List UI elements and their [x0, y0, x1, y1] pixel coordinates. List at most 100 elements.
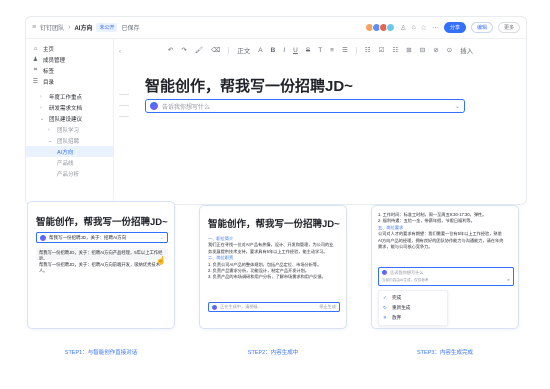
format-toolbar: ↶ ↷ 🖌 ⌫ 正文 A B I U S T ≡ ☰ ☷ ☑ ☷ ⊞ ⊟ ⊘ ⊙… [115, 43, 526, 57]
result-actions-menu: ✓ 完成 ↻ 重新生成 ✕ 放弃 [378, 290, 448, 326]
sidebar-item-label: 目录 [43, 79, 55, 86]
ai-followup-placeholder: 告诉我你想写什么 [390, 270, 424, 275]
format-painter-icon[interactable]: 🖌 [195, 46, 203, 54]
breadcrumb-current[interactable]: AI方向 [74, 23, 92, 32]
chevron-down-icon[interactable]: ⌄ [48, 138, 53, 144]
breadcrumb-team[interactable]: 钉钉团队 [40, 23, 64, 32]
content-line: 3. 负责产品的市场调研和用户分析，了解市场需求和用户反馈。 [208, 274, 326, 280]
tree-item[interactable]: › 研发需求文档 [26, 102, 113, 113]
user-icon[interactable]: ♙ [400, 24, 406, 32]
generation-status: 正在生成中，请稍候… [220, 304, 262, 309]
menu-item-discard[interactable]: ✕ 放弃 [379, 313, 447, 323]
top-bar: ≡ 钉钉团队 › AI方向 未公开 已保存 ♙ ⌂ ☆ ⋯ 分享 编辑 更多 [26, 17, 526, 39]
bold-icon[interactable]: B [271, 47, 276, 54]
generation-status-bar: 正在生成中，请稍候… 停止生成 [208, 302, 340, 312]
undo-icon[interactable]: ↶ [168, 46, 173, 54]
underline-icon[interactable]: U [293, 47, 298, 54]
sidebar-item-members[interactable]: ♟ 成员管理 [26, 54, 113, 65]
font-size-icon[interactable]: A [258, 47, 262, 54]
sidebar-item-label: 主页 [43, 46, 55, 53]
chevron-down-icon[interactable]: ⌄ [40, 116, 45, 122]
tree-item[interactable]: 产品分析 [26, 168, 113, 179]
share-button[interactable]: 分享 [443, 22, 466, 33]
ai-icon[interactable]: ⊙ [447, 46, 452, 54]
image-icon[interactable]: ⊟ [420, 46, 425, 54]
editor-area: ‹ ↶ ↷ 🖌 ⌫ 正文 A B I U S T ≡ ☰ ☷ ☑ ☷ ⊞ ⊟ ⊘… [115, 39, 526, 204]
ordered-list-icon[interactable]: ☷ [365, 46, 371, 54]
quote-icon[interactable]: ☷ [392, 46, 398, 54]
tree-item-label: 团队招聘 [57, 138, 80, 145]
tree-item[interactable]: ⌄ 团队招聘 [26, 135, 113, 146]
text-color-icon[interactable]: T [318, 47, 322, 54]
home-icon: ⌂ [33, 45, 38, 52]
table-icon[interactable]: ⊞ [406, 46, 411, 54]
ai-assistant-icon [150, 102, 158, 110]
tree-item[interactable]: 产品线 [26, 157, 113, 168]
tree-item-label: 产品线 [57, 160, 74, 167]
sidebar: ⌂ 主页 ♟ 成员管理 ⌗ 标签 ☰ 目录 › 年度工作重点 › 研发需求文档 ⌄ 团队建设建… [26, 39, 114, 204]
step3-caption: STEP3：内容生成完成 [417, 350, 473, 356]
tree-item-label: 研发需求文档 [49, 105, 83, 112]
tree-item-label: 团队建设建议 [49, 116, 83, 123]
insert-button[interactable]: 插入 [460, 45, 473, 55]
outline-gutter [119, 94, 129, 127]
stop-button[interactable]: 停止生成 [319, 304, 336, 310]
suggestion-item[interactable]: 帮我写一份招聘JD，关于：招聘AI方向前端开发，吸纳优秀技术人。 [36, 260, 168, 276]
ai-ask-value: 帮我写一份招聘JD，关于：招聘AI方向 [49, 234, 127, 240]
panel-title: 智能创作，帮我写一份招聘JD~ [36, 217, 168, 228]
chevron-right-icon[interactable]: › [48, 127, 53, 133]
tree-item[interactable]: ⌄ 团队建设建议 [26, 113, 113, 124]
tree-item-active[interactable]: AI方向 [26, 146, 113, 157]
ai-followup-input[interactable]: 告诉我你想写什么 当前内容由AI生成，仅供参考 ➤ [378, 267, 514, 286]
menu-item-label: 完成 [392, 295, 402, 300]
tag-icon: ⌗ [33, 67, 38, 73]
step2-caption: STEP2：内容生成中 [247, 350, 299, 356]
regenerate-icon: ↻ [383, 305, 387, 310]
ai-assistant-icon [212, 304, 217, 310]
menu-item-done[interactable]: ✓ 完成 [379, 293, 447, 303]
home-icon[interactable]: ⌂ [411, 24, 415, 31]
menu-item-regenerate[interactable]: ↻ 重新生成 [379, 303, 447, 313]
link-icon[interactable]: ⊘ [433, 46, 438, 54]
italic-icon[interactable]: I [283, 47, 285, 54]
menu-icon[interactable]: ≡ [32, 24, 36, 31]
ai-ask-input[interactable]: 告诉我你想写什么 ⌄ [145, 99, 465, 113]
collaborator-avatars[interactable] [365, 23, 396, 32]
breadcrumb: ≡ 钉钉团队 › AI方向 未公开 已保存 [32, 23, 140, 32]
paragraph-style-select[interactable]: 正文 [237, 45, 250, 55]
content-line: 公司对人才的要求有期望：我们需要一位有5年以上工作经验，熟悉 [378, 231, 502, 237]
more-icon[interactable]: ⋯ [432, 24, 439, 32]
sidebar-item-home[interactable]: ⌂ 主页 [26, 43, 113, 54]
visibility-badge: 未公开 [96, 23, 118, 32]
list-icon[interactable]: ☰ [342, 46, 348, 54]
checklist-icon[interactable]: ☑ [379, 46, 385, 54]
strikethrough-icon[interactable]: S [306, 47, 310, 54]
clear-format-icon[interactable]: ⌫ [211, 46, 220, 54]
tree-item[interactable]: › 年度工作重点 [26, 91, 113, 102]
chevron-down-icon[interactable]: ⌄ [160, 235, 164, 241]
step3-panel: 1. 工作时间：标准工时制，周一至周五9:30-17:30，弹性。 2. 福利待… [371, 205, 519, 329]
send-icon[interactable]: ➤ [507, 278, 510, 283]
align-icon[interactable]: ≡ [330, 47, 334, 54]
check-icon: ✓ [383, 295, 387, 300]
document-title[interactable]: 智能创作，帮我写一份招聘JD~ [145, 75, 353, 96]
more-button[interactable]: 更多 [497, 22, 520, 33]
redo-icon[interactable]: ↷ [181, 46, 186, 54]
sidebar-item-catalog[interactable]: ☰ 目录 [26, 76, 113, 87]
menu-item-label: 放弃 [392, 315, 402, 320]
tree-item-label: AI方向 [57, 149, 74, 156]
sidebar-item-tags[interactable]: ⌗ 标签 [26, 65, 113, 76]
topbar-actions: ♙ ⌂ ☆ ⋯ 分享 编辑 更多 [365, 22, 520, 33]
ai-ask-input[interactable]: 帮我写一份招聘JD，关于：招聘AI方向 ⌄ [36, 232, 168, 243]
sidebar-item-label: 标签 [43, 68, 55, 75]
ai-assistant-icon [40, 234, 46, 241]
chevron-down-icon[interactable]: ⌄ [455, 103, 460, 110]
chevron-right-icon[interactable]: › [40, 94, 45, 100]
tree-item-label: 团队学习 [57, 127, 80, 134]
step1-caption: STEP1：与智能创作直接对话 [64, 350, 138, 356]
tree-item[interactable]: › 团队学习 [26, 124, 113, 135]
pointer-cursor-icon: ☝ [156, 256, 166, 265]
chevron-right-icon[interactable]: › [40, 105, 45, 111]
edit-button[interactable]: 编辑 [470, 22, 493, 33]
star-icon[interactable]: ☆ [421, 24, 427, 32]
